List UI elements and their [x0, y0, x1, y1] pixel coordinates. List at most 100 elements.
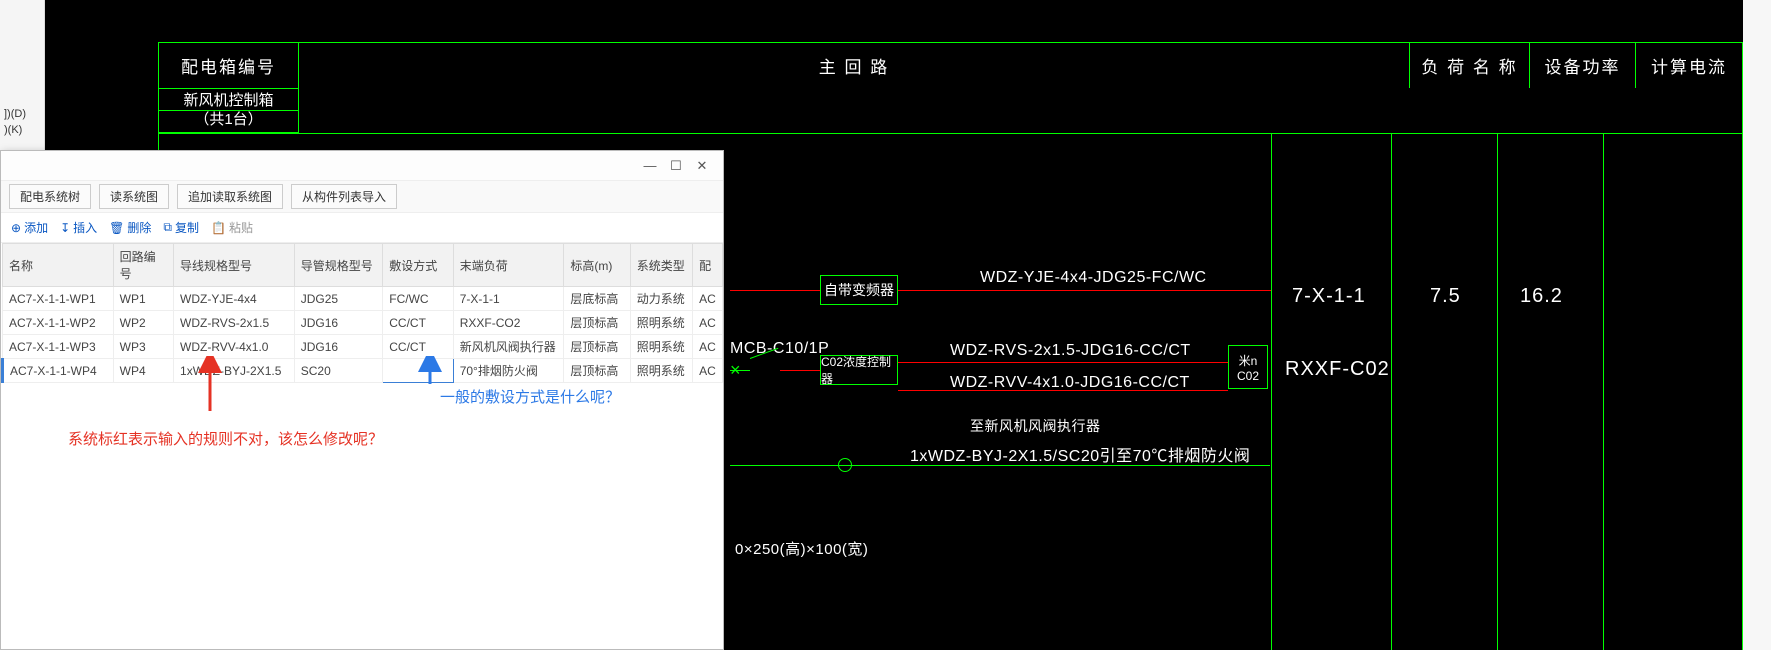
wire-line — [780, 370, 820, 371]
table-cell[interactable]: CC/CT — [383, 335, 453, 359]
table-cell[interactable]: 动力系统 — [630, 287, 692, 311]
grid-line — [1603, 134, 1604, 650]
cross-symbol: × — [730, 360, 741, 381]
wire-line — [730, 465, 1270, 466]
col-sys[interactable]: 系统类型 — [630, 244, 692, 287]
box-name-line1: 新风机控制箱 — [183, 92, 273, 110]
annotation-arrow-blue — [410, 356, 450, 386]
table-cell[interactable]: AC7-X-1-1-WP1 — [3, 287, 114, 311]
device-box-meter: 米n C02 — [1228, 345, 1268, 389]
table-cell[interactable]: WP4 — [113, 359, 173, 383]
table-cell[interactable]: AC7-X-1-1-WP4 — [3, 359, 114, 383]
col-lay[interactable]: 敷设方式 — [383, 244, 453, 287]
grid-line — [1271, 134, 1272, 650]
right-toolbar[interactable] — [1743, 0, 1771, 650]
table-cell[interactable]: FC/WC — [383, 287, 453, 311]
close-icon[interactable]: ✕ — [689, 158, 715, 174]
table-cell[interactable]: 7-X-1-1 — [453, 287, 564, 311]
table-cell[interactable]: WDZ-YJE-4x4 — [174, 287, 295, 311]
col-power: 设备功率 — [1530, 43, 1636, 88]
power-value: 7.5 — [1430, 285, 1461, 308]
table-cell[interactable]: 层顶标高 — [564, 335, 630, 359]
maximize-icon[interactable]: ☐ — [663, 158, 689, 174]
table-cell[interactable]: 层顶标高 — [564, 311, 630, 335]
table-cell[interactable]: WDZ-RVS-2x1.5 — [174, 311, 295, 335]
table-cell[interactable]: AC — [693, 335, 723, 359]
paste-button[interactable]: 📋粘贴 — [211, 219, 253, 236]
dimension-text: 0×250(高)×100(宽) — [735, 538, 868, 559]
table-cell[interactable]: JDG16 — [294, 335, 383, 359]
left-item[interactable]: )(K) — [0, 122, 44, 138]
wire-line — [898, 290, 1271, 291]
annotation-blue-text: 一般的敷设方式是什么呢？ — [440, 386, 620, 407]
grid-line — [1742, 42, 1743, 650]
table-cell[interactable]: 照明系统 — [630, 335, 692, 359]
breaker-label: MCB-C10/1P — [730, 340, 829, 358]
load-name-value: 7-X-1-1 — [1292, 285, 1366, 308]
table-cell[interactable]: AC — [693, 287, 723, 311]
table-cell[interactable]: AC — [693, 311, 723, 335]
table-cell[interactable]: WDZ-RVV-4x1.0 — [174, 335, 295, 359]
table-cell[interactable]: RXXF-CO2 — [453, 311, 564, 335]
col-last[interactable]: 配 — [693, 244, 723, 287]
current-value: 16.2 — [1520, 285, 1563, 308]
table-cell[interactable]: 层底标高 — [564, 287, 630, 311]
tab-read-diagram[interactable]: 读系统图 — [99, 184, 169, 209]
col-elev[interactable]: 标高(m) — [564, 244, 630, 287]
node-circle — [838, 458, 852, 472]
col-pipe[interactable]: 导管规格型号 — [294, 244, 383, 287]
table-cell[interactable]: AC7-X-1-1-WP2 — [3, 311, 114, 335]
table-cell[interactable]: 照明系统 — [630, 311, 692, 335]
wire-label: WDZ-RVV-4x1.0-JDG16-CC/CT — [950, 374, 1190, 392]
table-cell[interactable]: JDG16 — [294, 311, 383, 335]
cad-title-table: 配电箱编号 主 回 路 负 荷 名 称 设备功率 计算电流 新风机控制箱 （共1… — [158, 42, 1743, 134]
table-cell[interactable]: 70°排烟防火阀 — [453, 359, 564, 383]
copy-icon: ⧉ — [163, 220, 172, 235]
col-loop[interactable]: 回路编号 — [113, 244, 173, 287]
wire-label: WDZ-RVS-2x1.5-JDG16-CC/CT — [950, 342, 1191, 360]
table-row[interactable]: AC7-X-1-1-WP1WP1WDZ-YJE-4x4JDG25FC/WC7-X… — [3, 287, 723, 311]
copy-button[interactable]: ⧉复制 — [163, 219, 199, 236]
box-name-line2: （共1台） — [159, 110, 298, 129]
col-wire[interactable]: 导线规格型号 — [174, 244, 295, 287]
delete-button[interactable]: 🗑删除 — [109, 219, 151, 236]
device-box-vfd: 自带变频器 — [820, 275, 898, 305]
col-load-name: 负 荷 名 称 — [1410, 43, 1530, 88]
insert-icon: ↧ — [60, 221, 70, 235]
table-cell[interactable]: WP1 — [113, 287, 173, 311]
col-current: 计算电流 — [1636, 43, 1742, 88]
trash-icon: 🗑 — [109, 221, 124, 235]
table-cell[interactable]: AC7-X-1-1-WP3 — [3, 335, 114, 359]
dialog-titlebar[interactable]: — ☐ ✕ — [1, 151, 723, 181]
table-row[interactable]: AC7-X-1-1-WP2WP2WDZ-RVS-2x1.5JDG16CC/CTR… — [3, 311, 723, 335]
table-row[interactable]: AC7-X-1-1-WP3WP3WDZ-RVV-4x1.0JDG16CC/CT新… — [3, 335, 723, 359]
table-cell[interactable]: 层顶标高 — [564, 359, 630, 383]
left-item[interactable]: ])(D) — [0, 106, 44, 122]
table-cell[interactable]: WP3 — [113, 335, 173, 359]
actuator-note: 至新风机风阀执行器 — [970, 416, 1101, 436]
wire-label-full: 1xWDZ-BYJ-2X1.5/SC20引至70℃排烟防火阀 — [910, 442, 1250, 466]
table-row[interactable]: AC7-X-1-1-WP4WP41xWDZ-BYJ-2X1.5SC2070°排烟… — [3, 359, 723, 383]
left-side-panel: ])(D) )(K) — [0, 0, 45, 160]
wire-label: WDZ-YJE-4x4-JDG25-FC/WC — [980, 269, 1207, 287]
table-cell[interactable]: 照明系统 — [630, 359, 692, 383]
tab-append-read[interactable]: 追加读取系统图 — [177, 184, 283, 209]
box-name-cell: 新风机控制箱 （共1台） — [159, 88, 299, 133]
tab-system-tree[interactable]: 配电系统树 — [9, 184, 91, 209]
device-box-co2: C02浓度控制器 — [820, 355, 898, 385]
col-name[interactable]: 名称 — [3, 244, 114, 287]
annotation-arrow-red — [190, 356, 230, 416]
table-cell[interactable]: 新风机风阀执行器 — [453, 335, 564, 359]
table-cell[interactable]: JDG25 — [294, 287, 383, 311]
dialog-actions: ⊕添加 ↧插入 🗑删除 ⧉复制 📋粘贴 — [1, 213, 723, 243]
table-cell[interactable]: CC/CT — [383, 311, 453, 335]
tab-import-from-list[interactable]: 从构件列表导入 — [291, 184, 397, 209]
table-cell[interactable]: SC20 — [294, 359, 383, 383]
minimize-icon[interactable]: — — [637, 158, 663, 173]
annotation-red-text: 系统标红表示输入的规则不对，该怎么修改呢？ — [68, 428, 383, 449]
table-cell[interactable]: WP2 — [113, 311, 173, 335]
table-cell[interactable]: AC — [693, 359, 723, 383]
col-end[interactable]: 末端负荷 — [453, 244, 564, 287]
add-button[interactable]: ⊕添加 — [11, 219, 48, 236]
insert-button[interactable]: ↧插入 — [60, 219, 97, 236]
